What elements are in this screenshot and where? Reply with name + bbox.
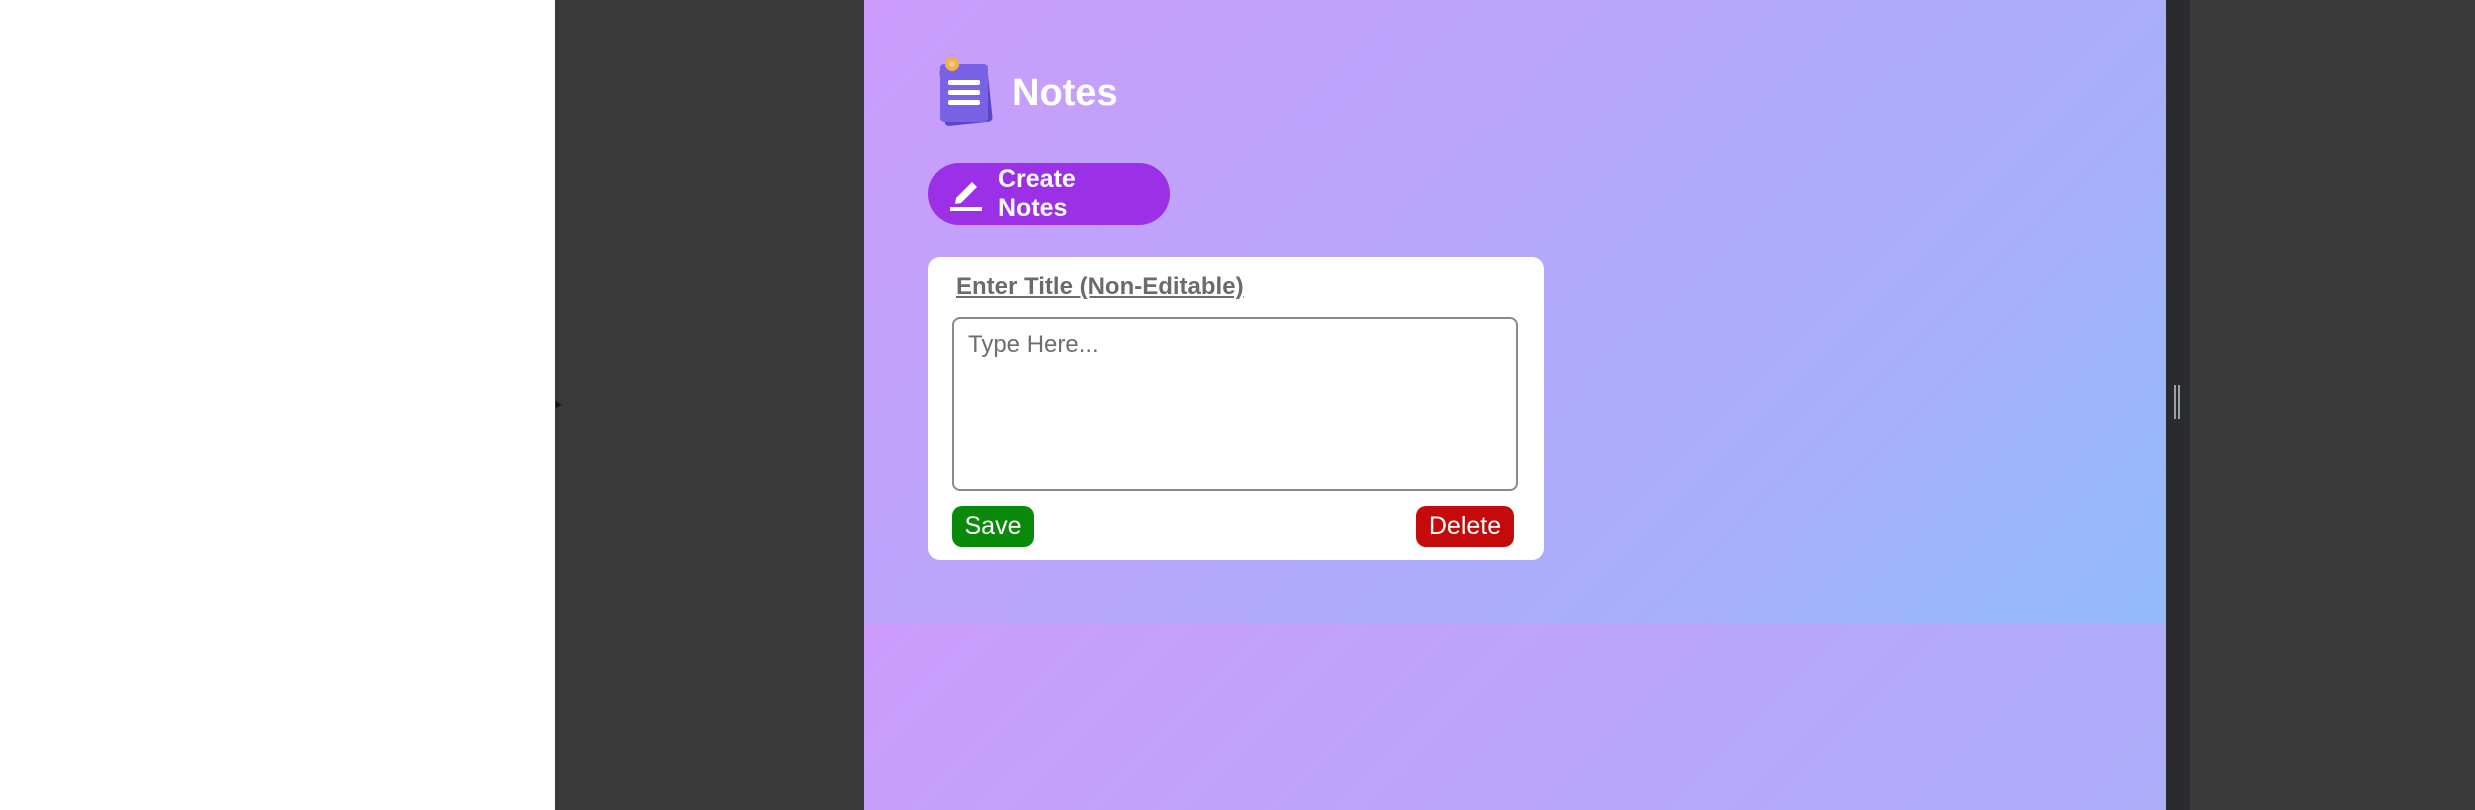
blank-pane — [0, 0, 555, 810]
app-header-section: Notes Create Notes Enter Title (Non-Edit… — [864, 0, 2166, 623]
app-viewport: Notes Create Notes Enter Title (Non-Edit… — [864, 0, 2166, 810]
create-notes-label: Create Notes — [998, 165, 1076, 222]
resize-handle-icon[interactable] — [2173, 385, 2181, 419]
delete-button[interactable]: Delete — [1416, 506, 1514, 547]
pencil-icon — [946, 172, 986, 217]
app-title: Notes — [1012, 72, 1118, 114]
note-text-area[interactable] — [952, 317, 1518, 491]
create-notes-button[interactable]: Create Notes — [928, 163, 1170, 225]
save-button[interactable]: Save — [952, 506, 1034, 547]
notepad-icon — [932, 56, 998, 130]
app-body-background — [864, 623, 2166, 810]
note-card: Enter Title (Non-Editable) Save Delete — [928, 257, 1544, 560]
app-header: Notes — [932, 56, 1118, 130]
screen: Notes Create Notes Enter Title (Non-Edit… — [0, 0, 2475, 810]
note-title: Enter Title (Non-Editable) — [956, 273, 1244, 300]
